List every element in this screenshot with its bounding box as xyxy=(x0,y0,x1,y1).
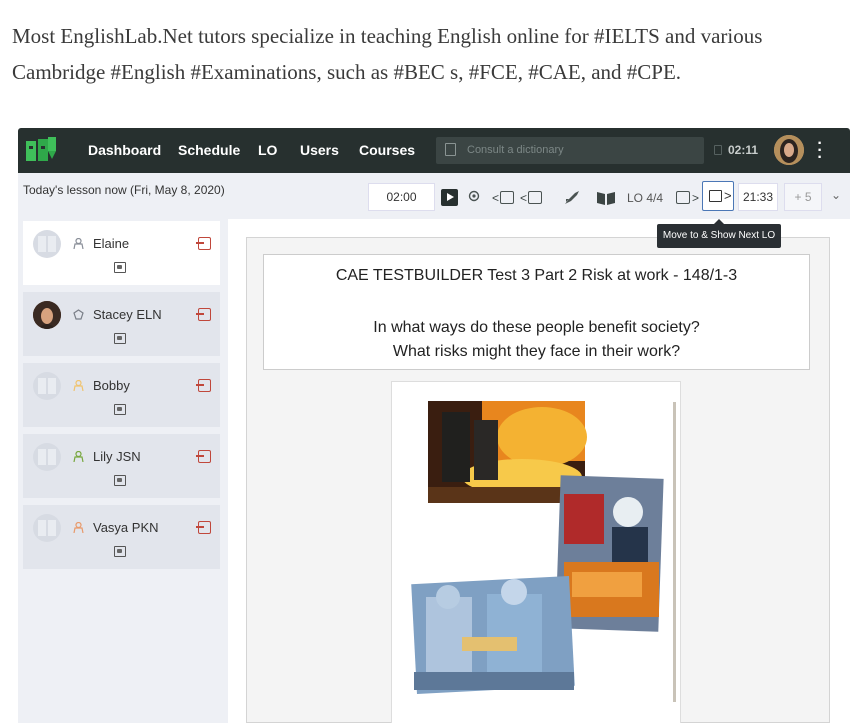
participant-name: Lily JSN xyxy=(93,449,141,464)
chevron-down-icon[interactable]: ⌄ xyxy=(831,188,841,202)
remove-participant-icon[interactable] xyxy=(196,521,211,534)
participant-item[interactable]: Bobby xyxy=(23,363,220,427)
remove-participant-icon[interactable] xyxy=(196,308,211,321)
show-video-icon[interactable] xyxy=(500,191,514,204)
participant-avatar xyxy=(33,372,61,400)
user-avatar[interactable] xyxy=(774,135,804,165)
slide-questions: In what ways do these people benefit soc… xyxy=(264,316,809,364)
role-icon xyxy=(73,522,84,533)
remove-participant-icon[interactable] xyxy=(196,237,211,250)
risk-at-work-collage xyxy=(411,401,676,702)
camera-icon[interactable] xyxy=(114,404,126,415)
show-next-lo-button[interactable]: > xyxy=(702,181,734,211)
slide-photo xyxy=(391,381,681,723)
play-timer-button[interactable] xyxy=(441,189,458,206)
next-slide-chevron-icon[interactable]: > xyxy=(692,190,699,206)
participant-name: Vasya PKN xyxy=(93,520,159,535)
app-window: Dashboard Schedule LO Users Courses Cons… xyxy=(18,128,850,723)
lesson-label: Today's lesson now (Fri, May 8, 2020) xyxy=(23,183,225,197)
session-time: 02:11 xyxy=(728,143,759,157)
participant-name: Elaine xyxy=(93,236,130,251)
participant-avatar xyxy=(33,230,61,258)
slide-title: CAE TESTBUILDER Test 3 Part 2 Risk at wo… xyxy=(335,267,738,284)
slide-canvas: CAE TESTBUILDER Test 3 Part 2 Risk at wo… xyxy=(246,237,830,723)
app-logo-icon[interactable] xyxy=(24,135,58,165)
rocket-icon[interactable] xyxy=(563,190,581,206)
slide-question-1: In what ways do these people benefit soc… xyxy=(373,319,700,336)
camera-icon[interactable] xyxy=(114,475,126,486)
slide-question-2: What risks might they face in their work… xyxy=(392,343,681,360)
role-icon xyxy=(73,309,84,320)
next-lo-chevron-icon: > xyxy=(724,188,732,203)
current-clock: 21:33 xyxy=(738,183,778,211)
nav-lo[interactable]: LO xyxy=(258,142,277,158)
next-lo-tooltip: Move to & Show Next LO xyxy=(657,219,781,248)
lesson-board: CAE TESTBUILDER Test 3 Part 2 Risk at wo… xyxy=(228,219,850,723)
user-avatar-image xyxy=(774,135,804,165)
participant-avatar xyxy=(33,443,61,471)
book-icon[interactable] xyxy=(596,190,616,206)
top-navigation: Dashboard Schedule LO Users Courses Cons… xyxy=(18,128,850,173)
dictionary-placeholder: Consult a dictionary xyxy=(467,144,564,156)
participant-avatar xyxy=(33,301,61,329)
more-menu-icon[interactable]: · · · xyxy=(815,136,825,166)
dictionary-search-input[interactable]: Consult a dictionary xyxy=(436,137,704,164)
remove-participant-icon[interactable] xyxy=(196,379,211,392)
camera-icon[interactable] xyxy=(114,546,126,557)
participant-item[interactable]: Vasya PKN xyxy=(23,505,220,569)
add-minutes-button[interactable]: + 5 xyxy=(784,183,822,211)
next-slide-icon[interactable] xyxy=(676,191,690,204)
intro-text: Most EnglishLab.Net tutors specialize in… xyxy=(12,24,763,84)
participant-name: Bobby xyxy=(93,378,130,393)
remove-participant-icon[interactable] xyxy=(196,450,211,463)
participant-name: Stacey ELN xyxy=(93,307,162,322)
camera-icon[interactable] xyxy=(114,333,126,344)
settings-icon[interactable] xyxy=(468,190,480,206)
lesson-timer-input[interactable]: 02:00 xyxy=(368,183,435,211)
slide-text-card: CAE TESTBUILDER Test 3 Part 2 Risk at wo… xyxy=(263,254,810,370)
dictionary-icon xyxy=(445,143,456,156)
show-slide-icon[interactable] xyxy=(528,191,542,204)
nav-dashboard[interactable]: Dashboard xyxy=(88,142,161,158)
participant-item[interactable]: Lily JSN xyxy=(23,434,220,498)
session-timer-icon xyxy=(714,145,722,155)
nav-users[interactable]: Users xyxy=(300,142,339,158)
camera-icon[interactable] xyxy=(114,262,126,273)
participant-avatar xyxy=(33,514,61,542)
next-lo-icon xyxy=(709,190,722,202)
role-icon xyxy=(73,238,84,249)
role-icon xyxy=(73,380,84,391)
role-icon xyxy=(73,451,84,462)
lo-counter: LO 4/4 xyxy=(627,191,664,205)
participant-item[interactable]: Elaine xyxy=(23,221,220,285)
nav-courses[interactable]: Courses xyxy=(359,142,415,158)
prev-video-chevron-icon[interactable]: < xyxy=(492,190,499,206)
nav-schedule[interactable]: Schedule xyxy=(178,142,240,158)
prev-slide-chevron-icon[interactable]: < xyxy=(520,190,527,206)
participant-item[interactable]: Stacey ELN xyxy=(23,292,220,356)
